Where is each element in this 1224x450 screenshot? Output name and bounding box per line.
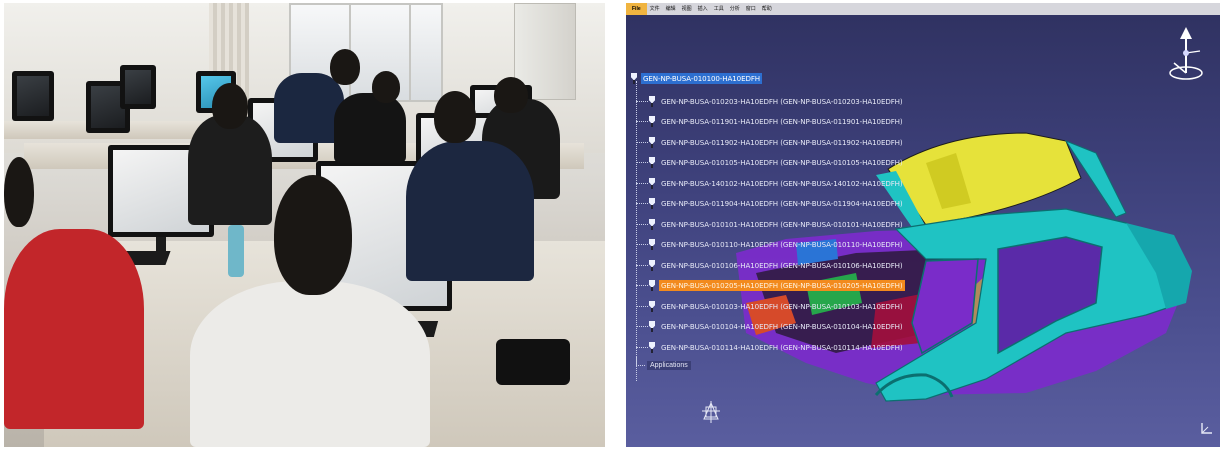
part-icon (648, 280, 657, 291)
tree-item-label[interactable]: GEN-NP-BUSA-010106-HA10EDFH (GEN-NP-BUSA… (659, 260, 905, 271)
tree-item[interactable]: GEN-NP-BUSA-010114-HA10EDFH (GEN-NP-BUSA… (630, 340, 905, 354)
part-icon (648, 116, 657, 127)
tree-item[interactable]: GEN-NP-BUSA-010104-HA10EDFH (GEN-NP-BUSA… (630, 320, 905, 334)
cad-window: File 文件 编辑 视图 插入 工具 分析 窗口 帮助 GEN-NP-BUSA… (626, 3, 1220, 447)
tree-item-label[interactable]: GEN-NP-BUSA-010205-HA10EDFH (GEN-NP-BUSA… (659, 280, 905, 291)
monitor (12, 71, 54, 121)
tree-item-label[interactable]: GEN-NP-BUSA-011904-HA10EDFH (GEN-NP-BUSA… (659, 198, 905, 209)
specification-tree[interactable]: GEN-NP-BUSA-010100-HA10EDFH GEN-NP-BUSA-… (626, 69, 916, 389)
part-icon (648, 178, 657, 189)
part-icon (648, 219, 657, 230)
tree-item[interactable]: GEN-NP-BUSA-010103-HA10EDFH (GEN-NP-BUSA… (630, 299, 905, 313)
tree-item-label[interactable]: GEN-NP-BUSA-010104-HA10EDFH (GEN-NP-BUSA… (659, 321, 905, 332)
part-icon (648, 342, 657, 353)
tree-item[interactable]: GEN-NP-BUSA-011902-HA10EDFH (GEN-NP-BUSA… (630, 135, 905, 149)
tree-item-label[interactable]: GEN-NP-BUSA-010110-HA10EDFH (GEN-NP-BUSA… (659, 239, 905, 250)
tree-item-label[interactable]: GEN-NP-BUSA-010103-HA10EDFH (GEN-NP-BUSA… (659, 301, 905, 312)
coordinate-corner-icon (1201, 423, 1212, 434)
tree-root-label[interactable]: GEN-NP-BUSA-010100-HA10EDFH (641, 72, 763, 84)
axis-system-icon (702, 401, 720, 423)
part-icon (648, 137, 657, 148)
product-icon (630, 73, 639, 84)
classroom-photo (4, 3, 605, 447)
tree-item-label[interactable]: GEN-NP-BUSA-010101-HA10EDFH (GEN-NP-BUSA… (659, 219, 905, 230)
tree-item[interactable]: GEN-NP-BUSA-010110-HA10EDFH (GEN-NP-BUSA… (630, 238, 905, 252)
part-icon (648, 157, 657, 168)
applications-label[interactable]: Applications (647, 361, 691, 370)
handbag (496, 339, 570, 385)
tree-item[interactable]: GEN-NP-BUSA-011901-HA10EDFH (GEN-NP-BUSA… (630, 115, 905, 129)
tree-item[interactable]: GEN-NP-BUSA-140102-HA10EDFH (GEN-NP-BUSA… (630, 176, 905, 190)
tree-item[interactable]: GEN-NP-BUSA-011904-HA10EDFH (GEN-NP-BUSA… (630, 197, 905, 211)
tree-item-label[interactable]: GEN-NP-BUSA-011901-HA10EDFH (GEN-NP-BUSA… (659, 116, 905, 127)
tree-root[interactable]: GEN-NP-BUSA-010100-HA10EDFH (630, 71, 763, 85)
part-icon (648, 198, 657, 209)
water-bottle (228, 225, 244, 277)
part-icon (648, 260, 657, 271)
part-icon (648, 301, 657, 312)
tree-item-label[interactable]: GEN-NP-BUSA-010114-HA10EDFH (GEN-NP-BUSA… (659, 342, 905, 353)
tree-item[interactable]: GEN-NP-BUSA-010106-HA10EDFH (GEN-NP-BUSA… (630, 258, 905, 272)
monitor (120, 65, 156, 109)
compass-icon[interactable] (1166, 23, 1206, 93)
part-icon (648, 96, 657, 107)
window (409, 3, 443, 102)
tree-item-label[interactable]: GEN-NP-BUSA-011902-HA10EDFH (GEN-NP-BUSA… (659, 137, 905, 148)
tree-item-label[interactable]: GEN-NP-BUSA-010105-HA10EDFH (GEN-NP-BUSA… (659, 157, 905, 168)
tree-item-label[interactable]: GEN-NP-BUSA-010203-HA10EDFH (GEN-NP-BUSA… (659, 96, 905, 107)
tree-item-label[interactable]: GEN-NP-BUSA-140102-HA10EDFH (GEN-NP-BUSA… (659, 178, 905, 189)
tree-item[interactable]: GEN-NP-BUSA-010203-HA10EDFH (GEN-NP-BUSA… (630, 94, 905, 108)
tree-item[interactable]: GEN-NP-BUSA-010105-HA10EDFH (GEN-NP-BUSA… (630, 156, 905, 170)
tree-item-selected[interactable]: GEN-NP-BUSA-010205-HA10EDFH (GEN-NP-BUSA… (630, 279, 905, 293)
part-icon (648, 321, 657, 332)
tree-item[interactable]: GEN-NP-BUSA-010101-HA10EDFH (GEN-NP-BUSA… (630, 217, 905, 231)
tree-applications[interactable]: Applications (636, 357, 691, 370)
part-icon (648, 239, 657, 250)
